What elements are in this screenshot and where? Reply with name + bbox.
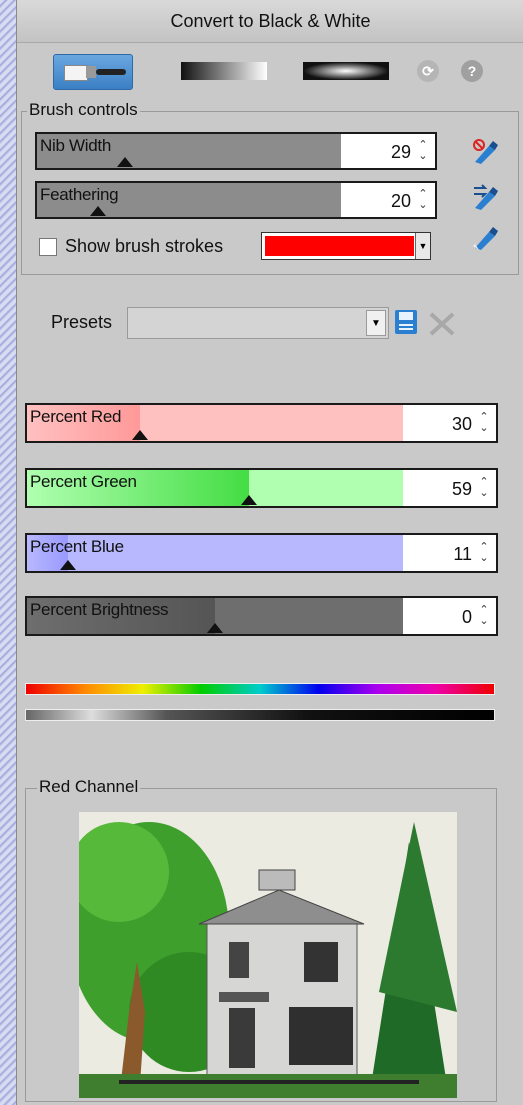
red-channel-legend: Red Channel [37,777,141,797]
spin-arrows-icon[interactable]: ⌃ ⌄ [478,477,490,499]
presets-label: Presets [51,312,113,332]
linear-gradient-button[interactable] [181,62,267,80]
percent-blue-label: Percent Blue [30,537,124,556]
stroke-color-dropdown[interactable]: ▼ [261,232,431,260]
slider-thumb[interactable] [117,157,134,167]
percent-blue-slider[interactable]: Percent Blue 11 ⌃ ⌄ [25,533,498,573]
slider-thumb[interactable] [131,430,148,440]
delete-icon[interactable] [427,310,457,338]
presets-dropdown[interactable]: ▼ [127,307,389,339]
percent-blue-value[interactable]: 11 [453,544,472,565]
feathering-value[interactable]: 20 [391,191,411,212]
luminance-spectrum-bar [25,709,495,721]
percent-brightness-label: Percent Brightness [30,600,169,619]
chevron-down-icon: ▼ [366,310,386,336]
clear-brush-icon[interactable] [471,138,501,166]
red-channel-preview-image [79,812,457,1098]
help-icon[interactable]: ? [461,60,483,82]
percent-red-slider[interactable]: Percent Red 30 ⌃ ⌄ [25,403,498,443]
spin-arrows-icon[interactable]: ⌃ ⌄ [478,542,490,564]
save-icon[interactable] [393,308,419,336]
percent-green-value[interactable]: 59 [452,479,472,500]
percent-red-label: Percent Red [30,407,122,426]
percent-green-slider[interactable]: Percent Green 59 ⌃ ⌄ [25,468,498,508]
percent-brightness-slider[interactable]: Percent Brightness 0 ⌃ ⌄ [25,596,498,636]
spin-arrows-icon[interactable]: ⌃ ⌄ [478,412,490,434]
slider-thumb[interactable] [89,206,106,216]
slider-thumb[interactable] [207,623,223,633]
feathering-slider[interactable]: Feathering 20 ⌃ ⌄ [35,181,437,219]
slider-thumb[interactable] [240,495,257,505]
spin-arrows-icon[interactable]: ⌃ ⌄ [478,605,490,627]
panel-title: Convert to Black & White [17,0,523,43]
nib-width-value[interactable]: 29 [391,142,411,163]
nib-width-label: Nib Width [40,136,111,155]
swap-brush-icon[interactable] [471,184,501,212]
percent-green-label: Percent Green [30,472,137,491]
percent-red-value[interactable]: 30 [452,414,472,435]
slider-thumb[interactable] [60,560,77,570]
chevron-down-icon: ▼ [415,233,430,259]
stroke-color-swatch [265,236,414,256]
spin-arrows-icon[interactable]: ⌃ ⌄ [417,189,429,211]
nib-width-slider[interactable]: Nib Width 29 ⌃ ⌄ [35,132,437,170]
brush-controls-legend: Brush controls [27,100,140,120]
bw-panel: Convert to Black & White ⟳ ? Brush contr… [16,0,523,1105]
percent-brightness-value[interactable]: 0 [462,607,472,628]
brush-tool-button[interactable] [53,54,133,90]
show-brush-strokes-checkbox[interactable] [39,238,57,256]
hue-spectrum-bar [25,683,495,695]
refresh-icon[interactable]: ⟳ [417,60,439,82]
spin-arrows-icon[interactable]: ⌃ ⌄ [417,140,429,162]
apply-brush-icon[interactable] [471,224,501,252]
radial-gradient-button[interactable] [303,62,389,80]
toolbar: ⟳ ? [17,42,523,98]
feathering-label: Feathering [40,185,119,204]
show-brush-strokes-label: Show brush strokes [65,236,224,256]
